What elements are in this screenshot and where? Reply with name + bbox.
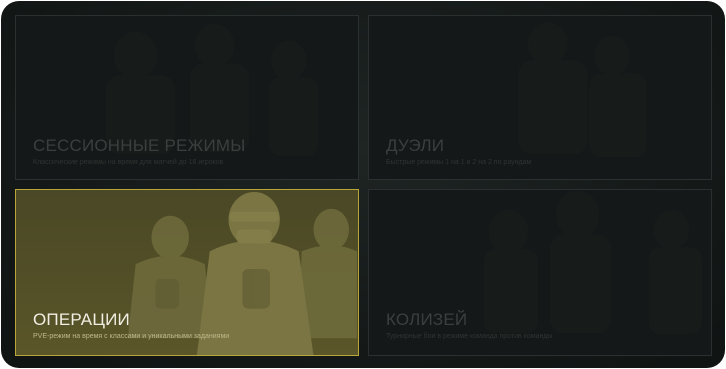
mode-title: ДУЭЛИ bbox=[386, 136, 445, 155]
mode-card-operations[interactable]: ОПЕРАЦИИ PVE-режим на время с классами и… bbox=[15, 189, 359, 356]
mode-description: Турнирные бои в режиме команда против ко… bbox=[386, 333, 553, 340]
operations-soldiers-artwork bbox=[16, 190, 358, 355]
mode-select-panel: СЕССИОННЫЕ РЕЖИМЫ Классические режимы на… bbox=[1, 1, 725, 368]
mode-card-session[interactable]: СЕССИОННЫЕ РЕЖИМЫ Классические режимы на… bbox=[15, 15, 359, 180]
mode-card-duels[interactable]: ДУЭЛИ Быстрые режимы 1 на 1 и 2 на 2 по … bbox=[368, 15, 712, 180]
mode-title: ОПЕРАЦИИ bbox=[33, 310, 130, 329]
mode-description: Классические режимы на время для матчей … bbox=[33, 159, 224, 166]
dim-overlay bbox=[369, 190, 711, 355]
mode-description: PVE-режим на время с классами и уникальн… bbox=[33, 333, 230, 340]
mode-card-colosseum[interactable]: КОЛИЗЕЙ Турнирные бои в режиме команда п… bbox=[368, 189, 712, 356]
mode-title: СЕССИОННЫЕ РЕЖИМЫ bbox=[33, 136, 246, 155]
mode-description: Быстрые режимы 1 на 1 и 2 на 2 по раунда… bbox=[386, 159, 532, 166]
mode-title: КОЛИЗЕЙ bbox=[386, 310, 468, 329]
